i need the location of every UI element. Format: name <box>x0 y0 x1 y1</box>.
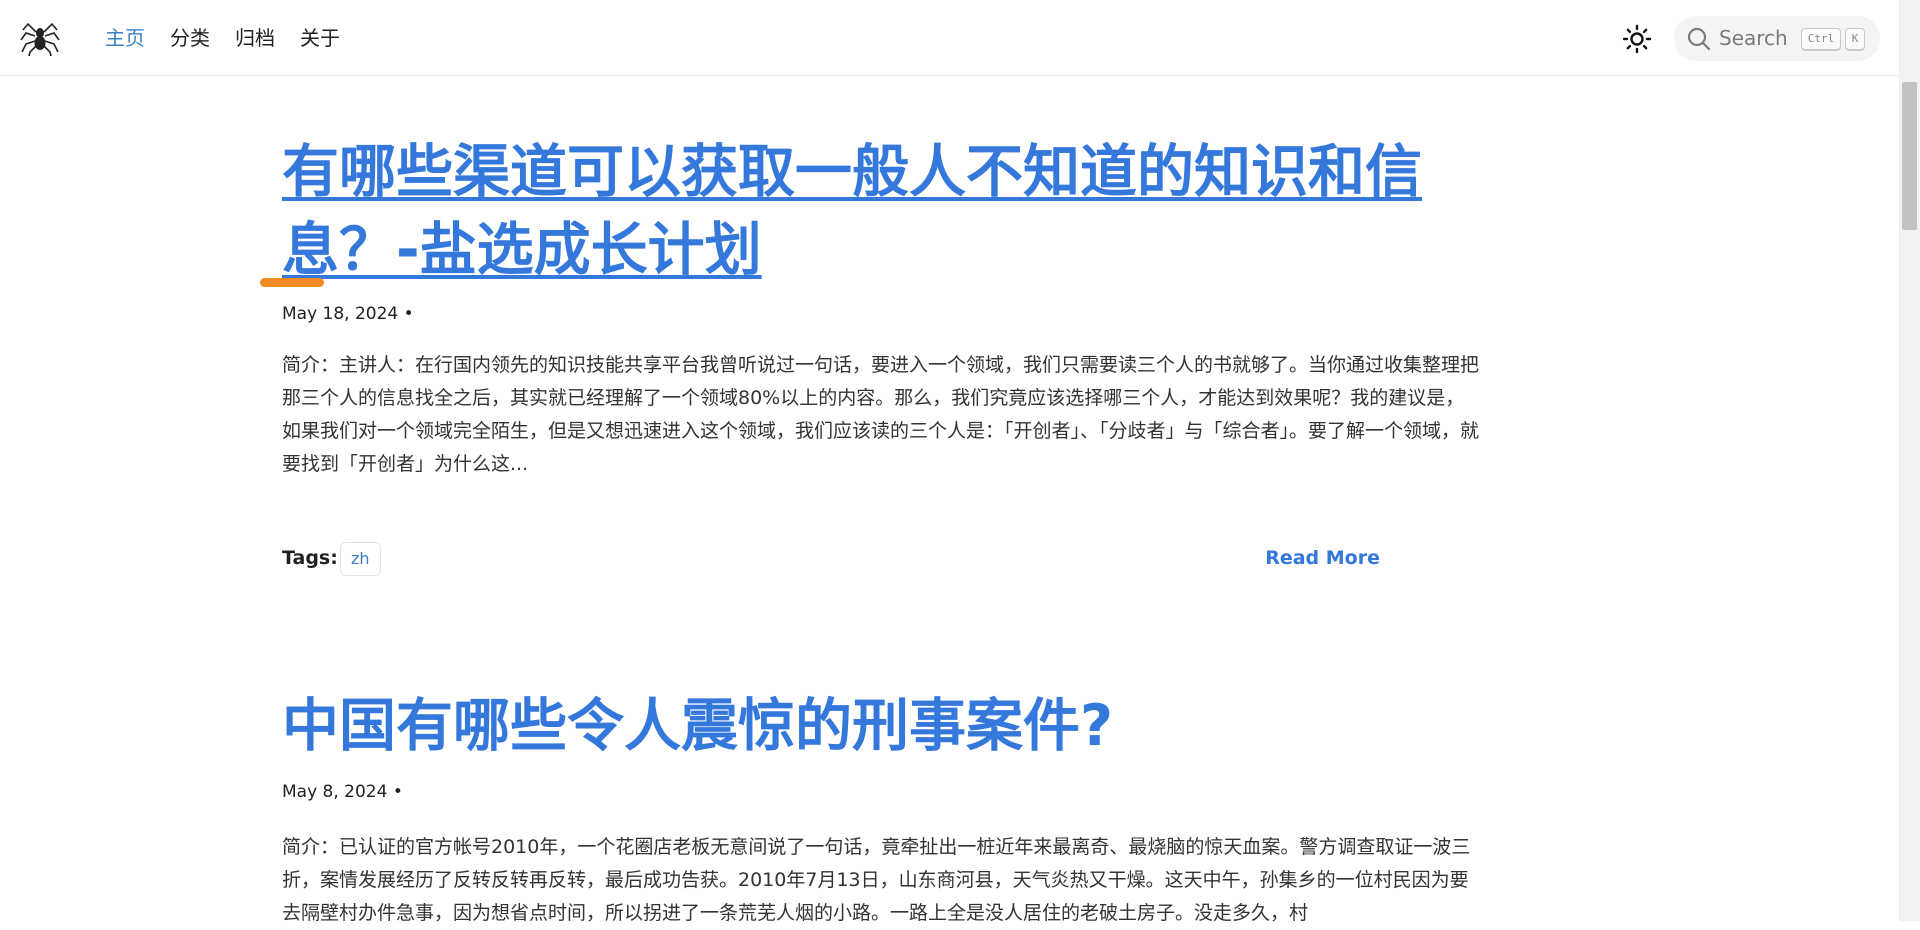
nav-home[interactable]: 主页 <box>105 24 145 52</box>
post-date: May 8, 2024 • <box>282 782 403 802</box>
post-excerpt: 简介：已认证的官方帐号2010年，一个花圈店老板无意间说了一句话，竟牵扯出一桩近… <box>282 836 1471 924</box>
post-footer: Tags: zh Read More <box>282 542 1380 578</box>
spider-logo-icon[interactable] <box>20 20 60 56</box>
post-date: May 18, 2024 • <box>282 304 414 324</box>
post-excerpt: 简介：主讲人：在行国内领先的知识技能共享平台我曾听说过一句话，要进入一个领域，我… <box>282 354 1480 475</box>
nav-archive[interactable]: 归档 <box>235 24 275 52</box>
search-icon <box>1687 27 1711 51</box>
shortcut-k-key: K <box>1845 28 1865 50</box>
scrollbar-thumb[interactable] <box>1902 82 1917 230</box>
main-nav: 主页 分类 归档 关于 <box>105 24 340 52</box>
post-card: 有哪些渠道可以获取一般人不知道的知识和信息？-盐选成长计划 May 18, 20… <box>260 133 1482 576</box>
search-button[interactable]: Search Ctrl K <box>1674 16 1880 61</box>
search-placeholder: Search <box>1719 26 1788 50</box>
post-title-link[interactable]: 有哪些渠道可以获取一般人不知道的知识和信息？-盐选成长计划 <box>282 133 1432 289</box>
sun-icon[interactable] <box>1622 24 1652 54</box>
nav-about[interactable]: 关于 <box>300 24 340 52</box>
title-accent-underline <box>260 278 324 287</box>
read-more-link[interactable]: Read More <box>1265 547 1380 569</box>
tag-chip[interactable]: zh <box>340 542 381 576</box>
post-card: 中国有哪些令人震惊的刑事案件? May 8, 2024 • 简介：已认证的官方帐… <box>282 688 1482 924</box>
top-navbar: 主页 分类 归档 关于 Search Ctrl K <box>0 0 1899 76</box>
tags-label: Tags: <box>282 547 338 569</box>
post-title-link[interactable]: 中国有哪些令人震惊的刑事案件? <box>282 688 1482 764</box>
shortcut-ctrl-key: Ctrl <box>1801 28 1841 50</box>
nav-categories[interactable]: 分类 <box>170 24 210 52</box>
